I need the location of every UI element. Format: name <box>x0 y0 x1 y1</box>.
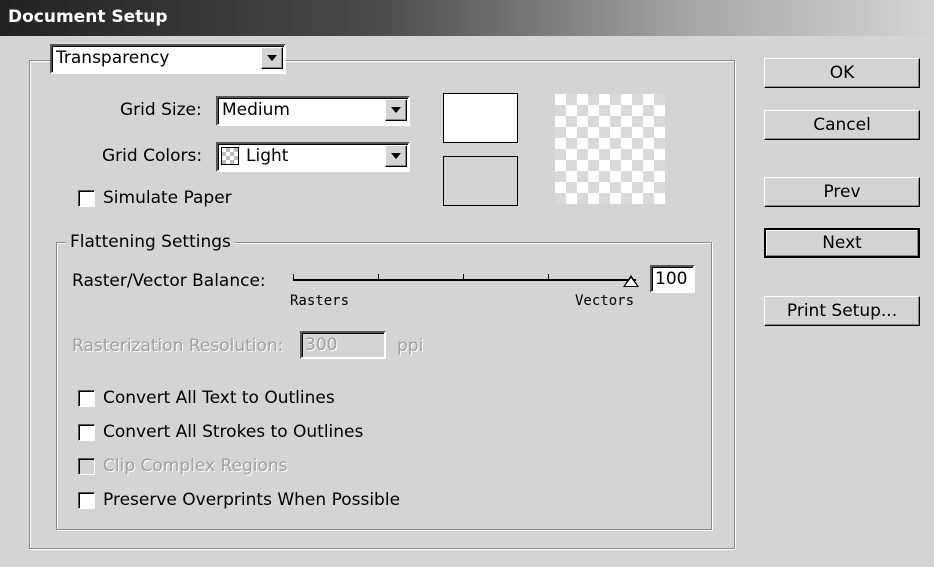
slider-tick <box>463 274 464 280</box>
raster-vector-slider[interactable] <box>290 270 640 290</box>
prev-button[interactable]: Prev <box>764 177 920 207</box>
chevron-down-icon[interactable] <box>261 47 283 69</box>
slider-thumb-inner <box>625 278 637 286</box>
clip-complex-regions-checkbox[interactable] <box>78 458 95 475</box>
rasterization-resolution-label: Rasterization Resolution: <box>72 336 284 356</box>
section-dropdown[interactable]: Transparency <box>50 44 286 74</box>
simulate-paper-label: Simulate Paper <box>103 188 232 208</box>
convert-text-outlines-checkbox[interactable] <box>78 390 95 407</box>
title-bar[interactable]: Document Setup <box>0 0 934 36</box>
grid-colors-label: Grid Colors: <box>102 146 203 166</box>
convert-strokes-outlines-checkbox[interactable] <box>78 424 95 441</box>
grid-size-select[interactable]: Medium <box>216 96 410 126</box>
preserve-overprints-checkbox[interactable] <box>78 492 95 509</box>
chevron-down-icon[interactable] <box>385 99 407 121</box>
cancel-button[interactable]: Cancel <box>764 110 920 140</box>
print-setup-button[interactable]: Print Setup... <box>764 296 920 326</box>
convert-text-outlines-label: Convert All Text to Outlines <box>103 388 335 408</box>
rasterization-resolution-value: 300 <box>305 335 338 355</box>
next-button[interactable]: Next <box>764 228 920 258</box>
slider-tick <box>293 274 294 280</box>
slider-tick <box>378 274 379 280</box>
ok-button[interactable]: OK <box>764 58 920 88</box>
slider-min-label: Rasters <box>290 293 350 309</box>
transparency-grid-preview <box>555 94 665 204</box>
slider-max-label: Vectors <box>575 293 635 309</box>
checkerboard-icon <box>221 147 239 165</box>
chevron-down-icon[interactable] <box>385 145 407 167</box>
section-dropdown-value: Transparency <box>56 48 170 68</box>
grid-color-swatch-dark[interactable] <box>443 156 518 206</box>
grid-size-label: Grid Size: <box>120 100 202 120</box>
preserve-overprints-label: Preserve Overprints When Possible <box>103 490 401 510</box>
resolution-unit-label: ppi <box>397 336 424 356</box>
flattening-settings-legend: Flattening Settings <box>66 232 235 252</box>
grid-colors-value: Light <box>246 146 289 166</box>
grid-size-value: Medium <box>222 100 290 120</box>
rasterization-resolution-field[interactable]: 300 <box>300 331 386 359</box>
grid-color-swatch-light[interactable] <box>443 93 518 143</box>
convert-strokes-outlines-label: Convert All Strokes to Outlines <box>103 422 364 442</box>
grid-colors-select[interactable]: Light <box>216 142 410 172</box>
clip-complex-regions-label: Clip Complex Regions <box>103 456 288 476</box>
balance-value: 100 <box>655 269 688 289</box>
raster-vector-balance-label: Raster/Vector Balance: <box>72 271 266 291</box>
slider-track <box>293 279 636 281</box>
simulate-paper-checkbox[interactable] <box>78 190 95 207</box>
window-title: Document Setup <box>8 7 168 27</box>
slider-tick <box>548 274 549 280</box>
balance-value-field[interactable]: 100 <box>650 265 695 293</box>
